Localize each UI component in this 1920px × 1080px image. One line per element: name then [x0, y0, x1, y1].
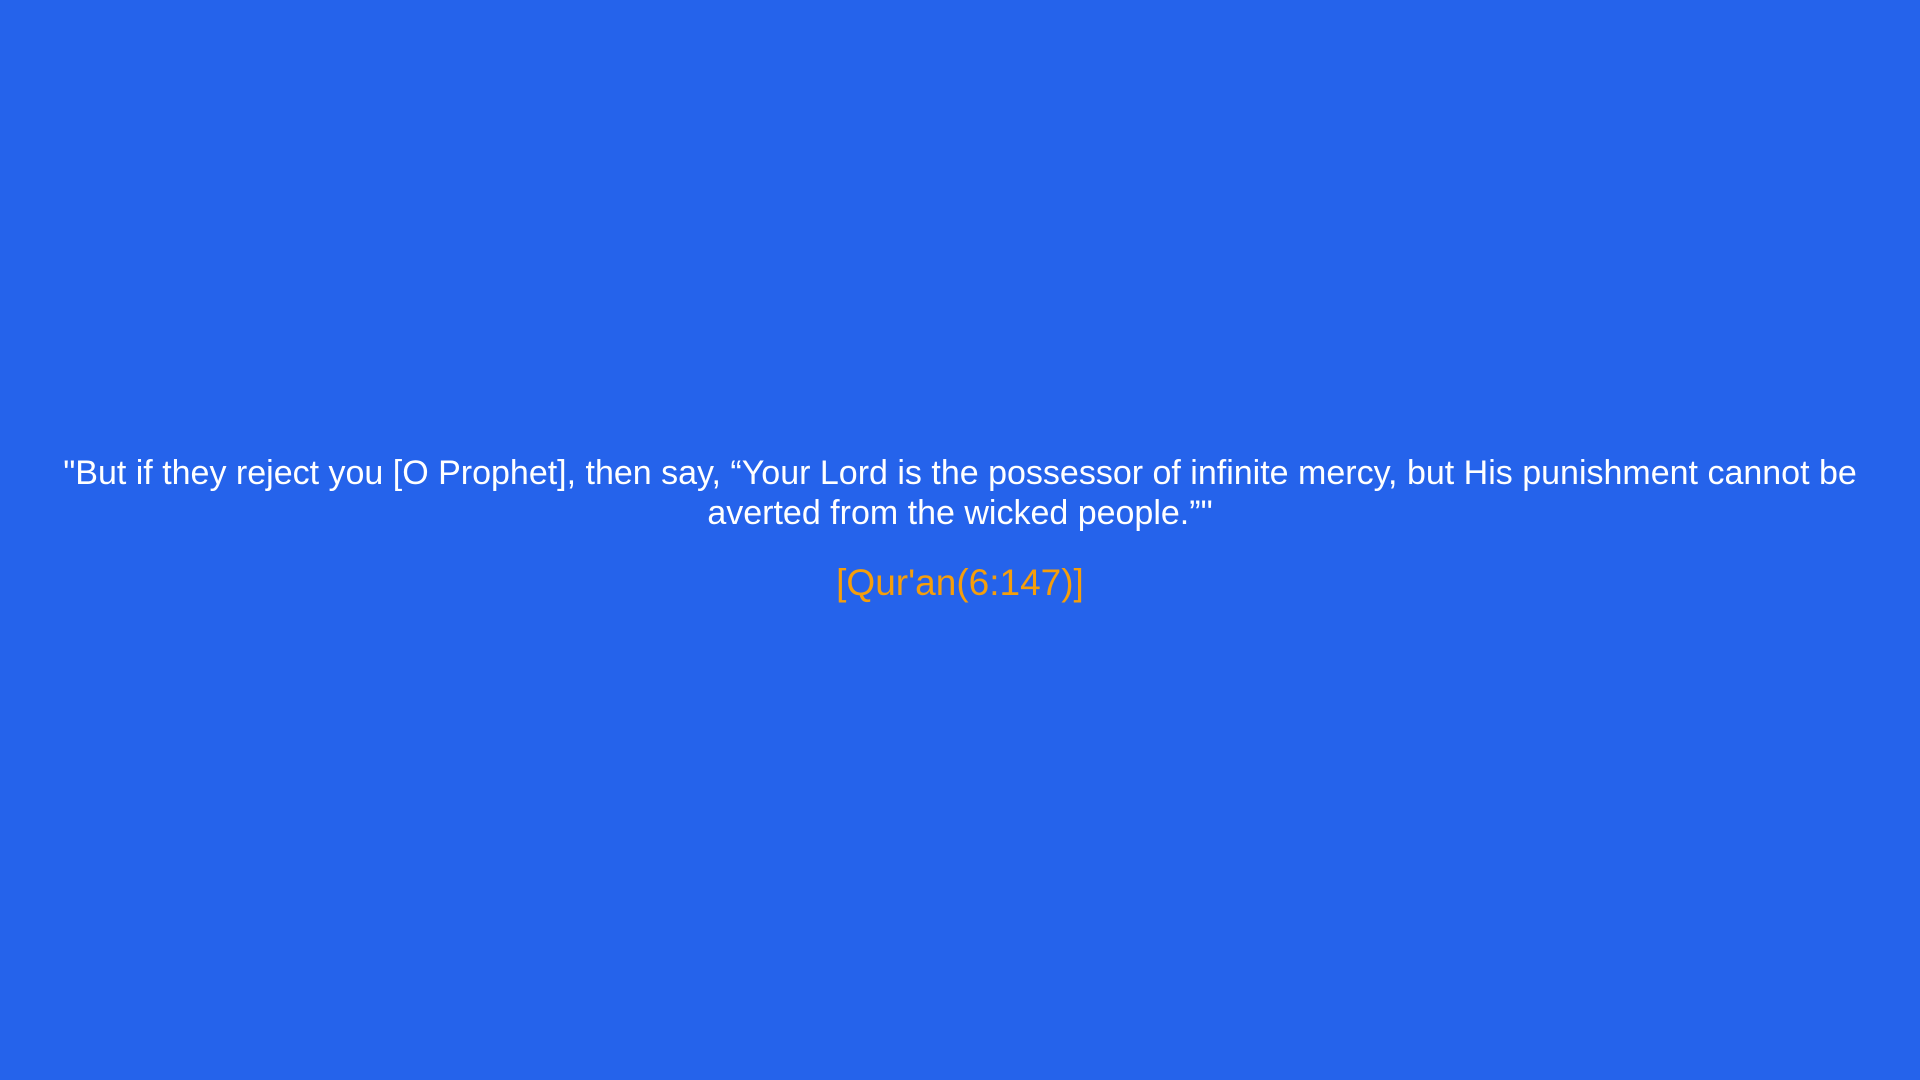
quote-reference: [Qur'an(6:147)] — [836, 562, 1084, 603]
quote-slide: "But if they reject you [O Prophet], the… — [0, 0, 1920, 1080]
quote-text: "But if they reject you [O Prophet], the… — [63, 454, 1857, 532]
